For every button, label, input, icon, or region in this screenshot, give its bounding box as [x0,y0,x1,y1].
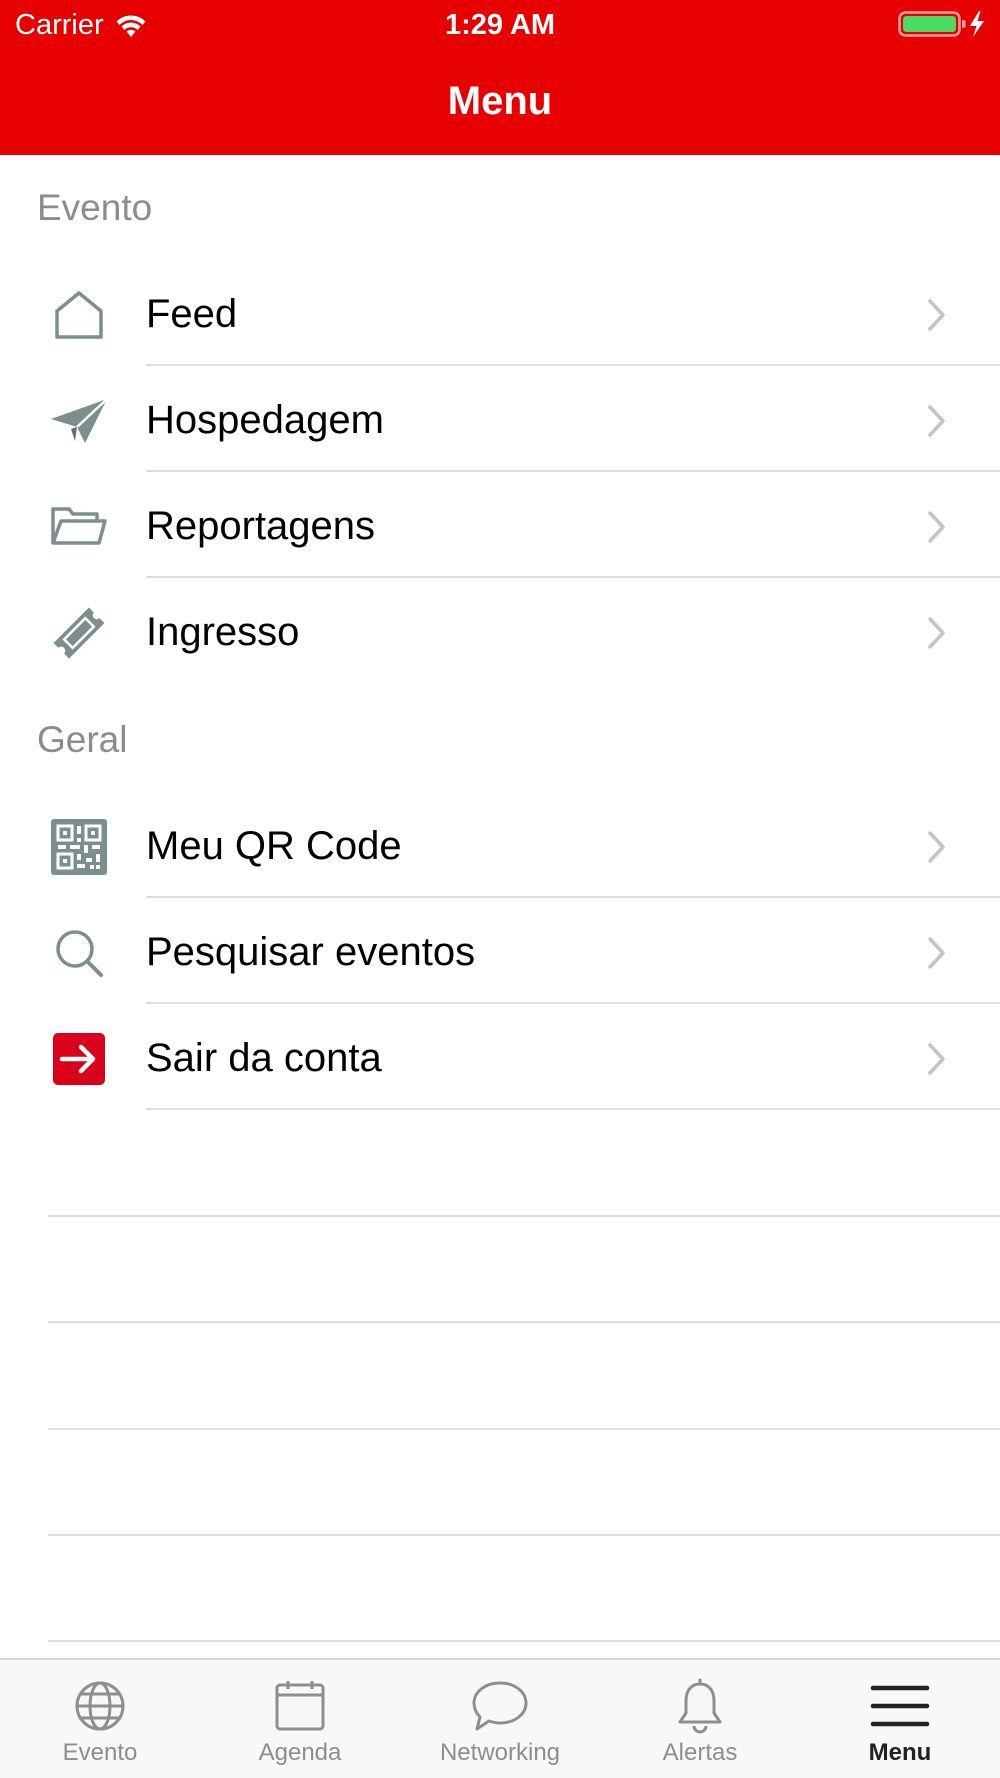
menu-item-label: Pesquisar eventos [146,930,476,974]
search-icon [48,924,110,982]
menu-item-ingresso[interactable]: Ingresso [0,578,1000,684]
chevron-right-icon [926,510,948,549]
tab-agenda[interactable]: Agenda [200,1660,400,1778]
qr-code-icon [48,818,110,876]
chat-bubble-icon [400,1678,600,1734]
chevron-right-icon [926,616,948,655]
menu-item-pesquisar-eventos[interactable]: Pesquisar eventos [0,898,1000,1004]
tab-label: Alertas [662,1739,738,1766]
chevron-right-icon [926,936,948,975]
empty-row-divider [48,1215,1000,1217]
tab-bar: Evento Agenda Networking Alertas Menu [0,1658,1000,1778]
folder-open-icon [48,498,110,556]
menu-item-sair-da-conta[interactable]: Sair da conta [0,1004,1000,1110]
empty-row-divider [48,1428,1000,1430]
menu-item-label: Hospedagem [146,398,384,442]
chevron-right-icon [926,830,948,869]
menu-item-reportagens[interactable]: Reportagens [0,472,1000,578]
chevron-right-icon [926,1042,948,1081]
empty-row-divider [48,1321,1000,1323]
chevron-right-icon [926,298,948,337]
chevron-right-icon [926,404,948,443]
menu-item-meu-qr-code[interactable]: Meu QR Code [0,792,1000,898]
tab-label: Networking [439,1739,561,1766]
bell-icon [600,1678,800,1734]
menu-item-label: Feed [146,292,238,336]
menu-item-hospedagem[interactable]: Hospedagem [0,366,1000,472]
page-title: Menu [447,79,553,123]
tab-evento[interactable]: Evento [0,1660,200,1778]
tab-menu[interactable]: Menu [800,1660,1000,1778]
tab-label: Menu [868,1739,932,1766]
empty-row-divider [48,1534,1000,1536]
globe-icon [0,1678,200,1734]
section-header-evento: Evento [37,187,153,228]
hamburger-menu-icon [800,1678,1000,1734]
tab-label: Evento [62,1739,138,1766]
menu-item-label: Meu QR Code [146,824,402,868]
menu-item-feed[interactable]: Feed [0,260,1000,366]
tab-networking[interactable]: Networking [400,1660,600,1778]
menu-item-label: Sair da conta [146,1036,382,1080]
status-time: 1:29 AM [444,9,556,41]
home-icon [48,286,110,344]
menu-item-label: Ingresso [146,610,300,654]
top-bar: Carrier 1:29 AM Menu [0,0,1000,155]
tab-label: Agenda [258,1739,342,1766]
tab-alertas[interactable]: Alertas [600,1660,800,1778]
menu-item-label: Reportagens [146,504,376,548]
battery-icon [898,9,988,39]
row-divider [146,1108,1000,1110]
ticket-icon [48,604,110,662]
logout-icon [48,1030,110,1088]
paper-plane-icon [48,392,110,450]
section-header-geral: Geral [37,719,128,760]
empty-row-divider [48,1640,1000,1642]
calendar-icon [200,1678,400,1734]
